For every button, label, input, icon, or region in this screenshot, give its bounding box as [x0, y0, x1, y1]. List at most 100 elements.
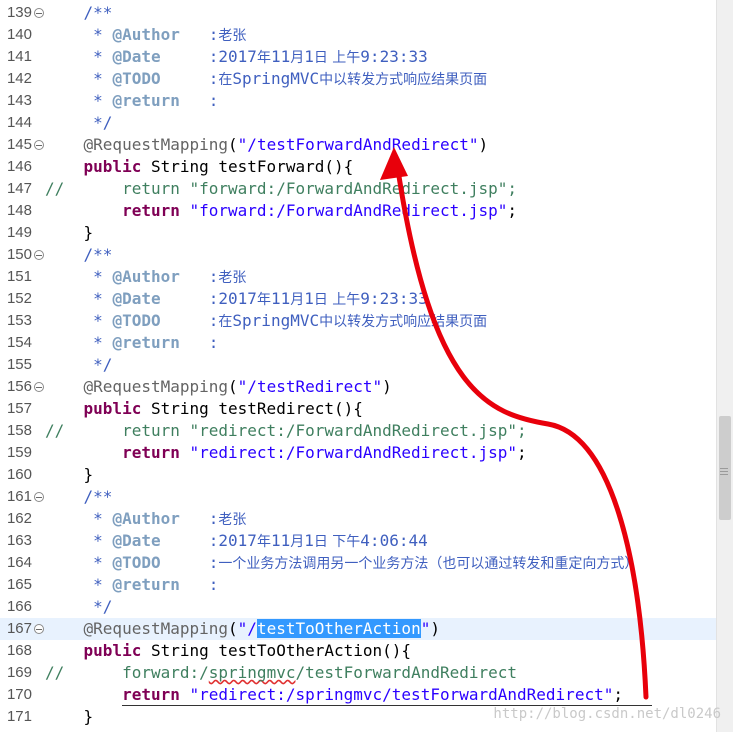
- code-line[interactable]: 139 /**: [0, 2, 716, 24]
- code-text[interactable]: */: [45, 354, 112, 376]
- code-line[interactable]: 149 }: [0, 222, 716, 244]
- code-text[interactable]: * @return :: [45, 90, 218, 112]
- code-text[interactable]: * @Author :老张: [45, 508, 246, 530]
- code-line[interactable]: 166 */: [0, 596, 716, 618]
- fold-toggle-icon[interactable]: [34, 624, 44, 634]
- code-text[interactable]: * @return :: [45, 332, 218, 354]
- code-token: *: [45, 333, 113, 352]
- code-line[interactable]: 153 * @TODO :在SpringMVC中以转发方式响应结果页面: [0, 310, 716, 332]
- fold-toggle-icon[interactable]: [34, 250, 44, 260]
- vertical-scrollbar[interactable]: [716, 0, 733, 732]
- code-text[interactable]: * @Author :老张: [45, 24, 246, 46]
- code-line[interactable]: 151 * @Author :老张: [0, 266, 716, 288]
- code-line[interactable]: 142 * @TODO :在SpringMVC中以转发方式响应结果页面: [0, 68, 716, 90]
- code-text[interactable]: return "redirect:/ForwardAndRedirect.jsp…: [45, 442, 527, 464]
- code-token: 日 上午: [313, 292, 361, 308]
- code-text[interactable]: /**: [45, 244, 113, 266]
- code-text[interactable]: }: [45, 464, 94, 486]
- code-line[interactable]: 141 * @Date :2017年11月1日 上午9:23:33: [0, 46, 716, 68]
- fold-toggle-icon[interactable]: [34, 8, 44, 18]
- code-text[interactable]: public String testRedirect(){: [45, 398, 363, 420]
- code-text[interactable]: * @Date :2017年11月1日 上午9:23:33: [45, 46, 428, 68]
- code-line[interactable]: 147 // return "forward:/ForwardAndRedirec…: [0, 178, 716, 200]
- code-line[interactable]: 154 * @return :: [0, 332, 716, 354]
- code-line[interactable]: 168 public String testToOtherAction(){: [0, 640, 716, 662]
- code-token: String testToOtherAction(){: [141, 641, 412, 660]
- line-number: 157: [6, 400, 32, 417]
- code-text[interactable]: * @Author :老张: [45, 266, 246, 288]
- code-text[interactable]: /**: [45, 486, 113, 508]
- code-text[interactable]: }: [45, 222, 94, 244]
- code-token: @RequestMapping: [83, 619, 229, 638]
- code-line[interactable]: 157 public String testRedirect(){: [0, 398, 716, 420]
- line-number: 151: [6, 268, 32, 285]
- code-text[interactable]: return "redirect:/springmvc/testForwardA…: [45, 684, 623, 706]
- code-token: :: [179, 91, 219, 110]
- code-text[interactable]: @RequestMapping("/testRedirect"): [45, 376, 392, 398]
- code-text[interactable]: return "forward:/ForwardAndRedirect.jsp"…: [45, 200, 517, 222]
- code-line[interactable]: 162 * @Author :老张: [0, 508, 716, 530]
- code-text[interactable]: * @TODO :一个业务方法调用另一个业务方法（也可以通过转发和重定向方式）: [45, 552, 638, 574]
- code-token: ): [382, 377, 392, 396]
- code-line[interactable]: 170 return "redirect:/springmvc/testForw…: [0, 684, 716, 706]
- code-text[interactable]: * @TODO :在SpringMVC中以转发方式响应结果页面: [45, 68, 487, 90]
- code-line[interactable]: 155 */: [0, 354, 716, 376]
- code-text[interactable]: public String testForward(){: [45, 156, 354, 178]
- code-text[interactable]: */: [45, 596, 112, 618]
- line-number: 164: [6, 554, 32, 571]
- code-text[interactable]: * @Date :2017年11月1日 上午9:23:33: [45, 288, 428, 310]
- code-text[interactable]: @RequestMapping("/testForwardAndRedirect…: [45, 134, 489, 156]
- fold-toggle-icon[interactable]: [34, 140, 44, 150]
- code-line[interactable]: 140 * @Author :老张: [0, 24, 716, 46]
- code-line[interactable]: 158 // return "redirect:/ForwardAndRedire…: [0, 420, 716, 442]
- code-token: "redirect:/ForwardAndRedirect.jsp": [189, 443, 518, 462]
- line-number: 161: [6, 488, 32, 505]
- code-token: @RequestMapping: [83, 377, 229, 396]
- code-line[interactable]: 163 * @Date :2017年11月1日 下午4:06:44: [0, 530, 716, 552]
- code-text[interactable]: * @return :: [45, 574, 218, 596]
- code-editor[interactable]: 139 /** 140 * @Author :老张 141 * @Date :201…: [0, 0, 716, 732]
- code-line[interactable]: 148 return "forward:/ForwardAndRedirect.…: [0, 200, 716, 222]
- code-text[interactable]: }: [45, 706, 94, 728]
- code-line[interactable]: 145 @RequestMapping("/testForwardAndRedi…: [0, 134, 716, 156]
- code-token: 中以转发方式响应结果页面: [319, 314, 488, 330]
- code-token: @Date: [112, 47, 161, 66]
- code-token: *: [45, 47, 113, 66]
- code-text[interactable]: /**: [45, 2, 113, 24]
- code-token: /**: [83, 245, 113, 264]
- code-line[interactable]: 159 return "redirect:/ForwardAndRedirect…: [0, 442, 716, 464]
- code-line[interactable]: 143 * @return :: [0, 90, 716, 112]
- code-line[interactable]: 144 */: [0, 112, 716, 134]
- code-line[interactable]: 167 @RequestMapping("/testToOtherAction"…: [0, 618, 716, 640]
- code-token: ;: [517, 443, 527, 462]
- line-number: 171: [6, 708, 32, 725]
- code-text[interactable]: // return "forward:/ForwardAndRedirect.j…: [45, 178, 517, 200]
- code-line[interactable]: 160 }: [0, 464, 716, 486]
- code-token: :: [179, 509, 219, 528]
- code-text[interactable]: // return "redirect:/ForwardAndRedirect.…: [45, 420, 527, 442]
- code-text[interactable]: * @Date :2017年11月1日 下午4:06:44: [45, 530, 428, 552]
- code-token: public: [83, 641, 142, 660]
- line-number: 145: [6, 136, 32, 153]
- code-text[interactable]: @RequestMapping("/testToOtherAction"): [45, 618, 440, 640]
- code-token: @TODO: [112, 553, 161, 572]
- code-line[interactable]: 169 // forward:/springmvc/testForwardAndR…: [0, 662, 716, 684]
- code-line[interactable]: 164 * @TODO :一个业务方法调用另一个业务方法（也可以通过转发和重定向…: [0, 552, 716, 574]
- code-line[interactable]: 152 * @Date :2017年11月1日 上午9:23:33: [0, 288, 716, 310]
- code-text[interactable]: */: [45, 112, 112, 134]
- code-text[interactable]: public String testToOtherAction(){: [45, 640, 412, 662]
- line-number: 162: [6, 510, 32, 527]
- code-token: (: [228, 135, 238, 154]
- code-line[interactable]: 150 /**: [0, 244, 716, 266]
- code-text[interactable]: * @TODO :在SpringMVC中以转发方式响应结果页面: [45, 310, 487, 332]
- fold-toggle-icon[interactable]: [34, 382, 44, 392]
- code-token: ": [420, 619, 431, 638]
- code-text[interactable]: // forward:/springmvc/testForwardAndRedi…: [45, 662, 517, 684]
- code-line[interactable]: 165 * @return :: [0, 574, 716, 596]
- code-line[interactable]: 161 /**: [0, 486, 716, 508]
- code-line[interactable]: 156 @RequestMapping("/testRedirect"): [0, 376, 716, 398]
- code-line[interactable]: 146 public String testForward(){: [0, 156, 716, 178]
- fold-toggle-icon[interactable]: [34, 492, 44, 502]
